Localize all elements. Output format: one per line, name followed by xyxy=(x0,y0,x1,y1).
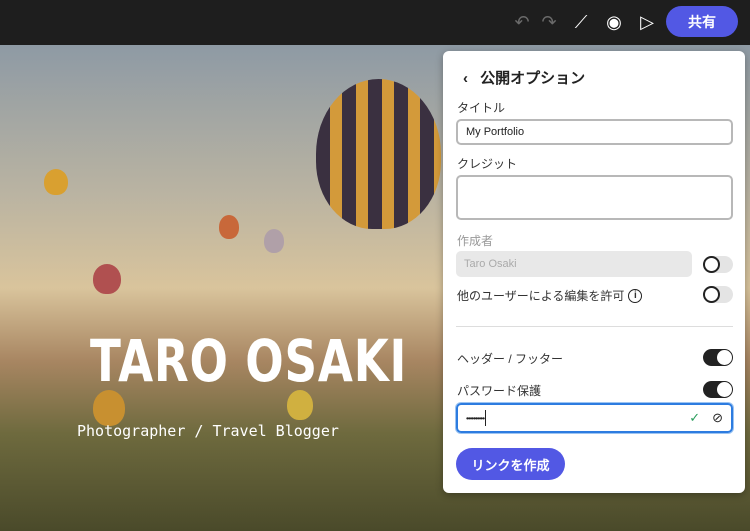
credit-input[interactable] xyxy=(456,175,733,220)
check-icon: ✓ xyxy=(689,410,701,425)
balloon xyxy=(93,264,121,294)
panel-title: 公開オプション xyxy=(480,70,586,87)
divider xyxy=(456,326,733,327)
author-input: Taro Osaki xyxy=(456,251,692,277)
password-label: パスワード保護 xyxy=(457,384,542,398)
share-button[interactable]: 共有 xyxy=(666,6,738,37)
allow-edit-row: 他のユーザーによる編集を許可 i xyxy=(457,287,643,304)
password-value: •••••••••• xyxy=(466,413,485,423)
hero-subtitle: Photographer / Travel Blogger xyxy=(77,422,339,440)
balloon xyxy=(219,215,239,239)
undo-icon[interactable]: ↶ xyxy=(511,11,533,33)
password-toggle[interactable] xyxy=(703,381,733,398)
header-footer-label: ヘッダー / フッター xyxy=(457,352,564,366)
balloon xyxy=(316,79,441,229)
back-chevron-icon[interactable]: ‹ xyxy=(463,70,468,87)
info-icon[interactable]: i xyxy=(628,288,643,303)
allow-edit-label: 他のユーザーによる編集を許可 xyxy=(457,289,625,303)
author-toggle[interactable] xyxy=(703,256,733,273)
top-toolbar: ↶ ↷ ⟋ ◉ ▷ 共有 xyxy=(0,0,750,45)
title-label: タイトル xyxy=(457,101,506,115)
credit-label: クレジット xyxy=(457,157,518,171)
balloon xyxy=(44,169,68,195)
hero-title: TARO OSAKI xyxy=(90,327,408,395)
header-footer-toggle[interactable] xyxy=(703,349,733,366)
publish-options-panel: ‹ 公開オプション タイトル My Portfolio クレジット 作成者 Ta… xyxy=(443,51,745,493)
play-icon[interactable]: ▷ xyxy=(636,11,658,33)
balloon xyxy=(93,390,125,426)
eye-slash-icon[interactable]: ⊘ xyxy=(712,410,723,426)
panel-header: ‹ 公開オプション xyxy=(463,67,585,88)
allow-edit-toggle[interactable] xyxy=(703,286,733,303)
create-link-button[interactable]: リンクを作成 xyxy=(456,448,565,480)
author-label: 作成者 xyxy=(457,234,494,248)
redo-icon[interactable]: ↷ xyxy=(538,11,560,33)
magic-wand-icon[interactable]: ⟋ xyxy=(570,11,592,33)
eye-icon[interactable]: ◉ xyxy=(603,11,625,33)
balloon xyxy=(264,229,284,253)
title-input[interactable]: My Portfolio xyxy=(456,119,733,145)
password-input[interactable]: •••••••••• ✓ ⊘ xyxy=(456,403,733,433)
